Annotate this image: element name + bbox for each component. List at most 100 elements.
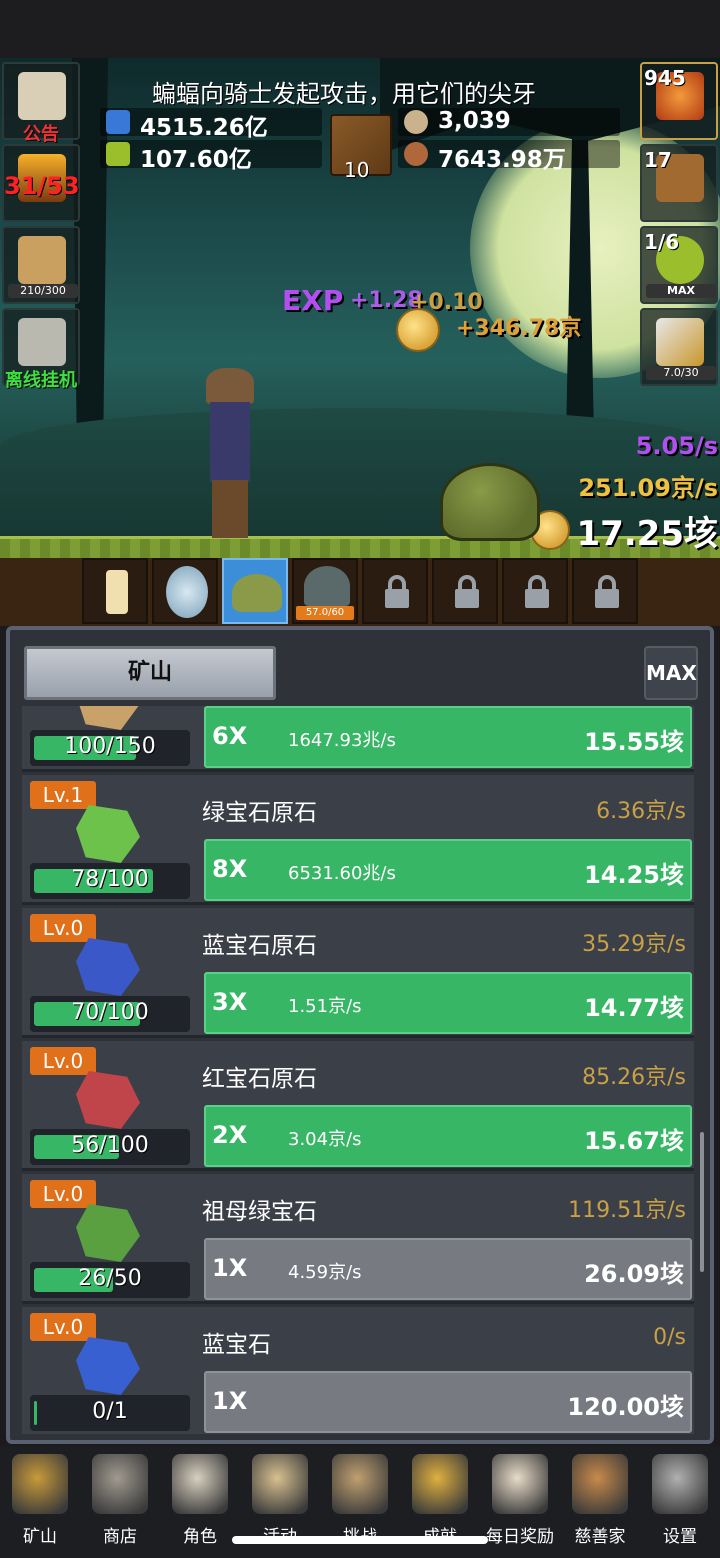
nav-item-gear[interactable]: 设置	[640, 1452, 720, 1552]
monster-slot-slime[interactable]	[222, 558, 288, 624]
upgrade-button[interactable]: 1X 4.59京/s 26.09垓	[204, 1238, 692, 1300]
button-label: 1/6	[644, 230, 680, 254]
mine-row: Lv.0 70/100 蓝宝石原石 35.29京/s 3X 1.51京/s 14.77垓	[22, 908, 694, 1038]
letter-icon	[492, 1454, 548, 1514]
status-bar	[0, 0, 720, 58]
slime-button[interactable]: 1/6 MAX	[640, 226, 718, 304]
mine-row: Lv.0 0/1 蓝宝石 0/s 1X 120.00垓	[22, 1307, 694, 1434]
nav-label: 商店	[103, 1527, 137, 1547]
mine-panel: 矿山 MAX 100/150 6X 1647.93兆/s 15.55垓 Lv.1 78/1…	[6, 626, 714, 1444]
hero-character	[200, 368, 260, 538]
upgrade-cost: 15.55垓	[584, 728, 684, 756]
upgrade-button[interactable]: 2X 3.04京/s 15.67垓	[204, 1105, 692, 1167]
progress-text: 100/150	[64, 734, 156, 759]
per-second: 3.04京/s	[288, 1129, 362, 1150]
nav-item-letter[interactable]: 每日奖励	[480, 1452, 560, 1552]
button-label: 945	[644, 66, 686, 90]
monster-slot-egg[interactable]	[152, 558, 218, 624]
gold-rate: 251.09京/s	[578, 474, 718, 502]
progress-bar: 70/100	[30, 996, 190, 1032]
monster-slot-locked[interactable]	[432, 558, 498, 624]
lock-icon	[525, 575, 549, 608]
book-count: 10	[344, 158, 370, 182]
per-second: 6531.60兆/s	[288, 863, 396, 884]
beer-icon	[18, 236, 66, 284]
button-label: 离线挂机	[5, 370, 77, 391]
monster-slot-ghost[interactable]: 57.0/60	[292, 558, 358, 624]
egg-icon	[166, 566, 208, 618]
max-button[interactable]: MAX	[644, 646, 698, 700]
upgrade-button[interactable]: 8X 6531.60兆/s 14.25垓	[204, 839, 692, 901]
beer-button[interactable]: 210/300	[2, 226, 80, 304]
upgrade-button[interactable]: 1X 120.00垓	[204, 1371, 692, 1433]
scroll-icon	[18, 72, 66, 120]
chest-button[interactable]: 17	[640, 144, 718, 222]
multiplier: 1X	[212, 1387, 248, 1415]
panel-header: 矿山 MAX	[20, 640, 700, 702]
upgrade-button[interactable]: 3X 1.51京/s 14.77垓	[204, 972, 692, 1034]
mine-list[interactable]: 100/150 6X 1647.93兆/s 15.55垓 Lv.1 78/100 绿宝石原石…	[22, 706, 694, 1434]
nav-label: 每日奖励	[486, 1527, 554, 1547]
monster-slot-candle[interactable]	[82, 558, 148, 624]
gem-icon	[62, 799, 150, 871]
nav-label: 慈善家	[574, 1527, 626, 1547]
beer-progress: 210/300	[8, 284, 78, 298]
multiplier: 6X	[212, 722, 248, 750]
nav-item-bread[interactable]: 慈善家	[560, 1452, 640, 1552]
key-icon	[18, 318, 66, 366]
scrollbar-thumb[interactable]	[700, 1132, 704, 1272]
resource-blue-potion: 4515.26亿	[100, 108, 322, 141]
nav-label: 角色	[183, 1527, 217, 1547]
scrollbar[interactable]	[700, 712, 706, 1432]
progress-text: 70/100	[71, 1000, 149, 1025]
per-second: 1.51京/s	[288, 996, 362, 1017]
upgrade-cost: 15.67垓	[584, 1127, 684, 1155]
torch-button[interactable]: 31/53	[2, 144, 80, 222]
nav-item-shop[interactable]: 商店	[80, 1452, 160, 1552]
monster-slot-locked[interactable]	[502, 558, 568, 624]
progress-text: 26/50	[78, 1266, 142, 1291]
gem-icon	[62, 1198, 150, 1270]
upgrade-cost: 120.00垓	[567, 1393, 684, 1421]
exp-label: EXP	[282, 284, 344, 317]
lock-icon	[595, 575, 619, 608]
top-panel: 蝙蝠向骑士发起攻击，用它们的尖牙 4515.26亿 107.60亿 10 3,0…	[92, 72, 632, 182]
ghost-icon	[304, 566, 350, 606]
potion-button[interactable]: 945	[640, 62, 718, 140]
resource-value: 3,039	[438, 108, 511, 134]
coin-icon	[396, 308, 440, 352]
nav-item-lantern[interactable]: 矿山	[0, 1452, 80, 1552]
resource-meat: 7643.98万	[398, 140, 620, 173]
battle-scene: 蝙蝠向骑士发起攻击，用它们的尖牙 4515.26亿 107.60亿 10 3,0…	[0, 58, 720, 558]
progress-bar: 26/50	[30, 1262, 190, 1298]
resource-value: 107.60亿	[140, 147, 252, 173]
home-indicator	[232, 1536, 488, 1544]
sword-button[interactable]: 7.0/30	[640, 308, 718, 386]
lantern-icon	[12, 1454, 68, 1514]
slime-enemy[interactable]	[440, 463, 540, 541]
monster-selector: 57.0/60	[0, 558, 720, 626]
multiplier: 2X	[212, 1121, 248, 1149]
upgrade-button[interactable]: 6X 1647.93兆/s 15.55垓	[204, 706, 692, 768]
multiplier: 8X	[212, 855, 248, 883]
progress-text: 0/1	[92, 1399, 128, 1424]
monster-slot-locked[interactable]	[572, 558, 638, 624]
lock-icon	[455, 575, 479, 608]
ore-name: 红宝石原石	[202, 1066, 317, 1092]
ore-rate: 6.36京/s	[596, 799, 686, 824]
monster-slot-locked[interactable]	[362, 558, 428, 624]
progress-bar: 78/100	[30, 863, 190, 899]
tab-mine[interactable]: 矿山	[24, 646, 276, 700]
nav-label: 设置	[663, 1527, 697, 1547]
offline-idle-button[interactable]: 离线挂机	[2, 308, 80, 391]
nav-item-skull[interactable]: 角色	[160, 1452, 240, 1552]
resource-value: 7643.98万	[438, 147, 566, 173]
slime-icon	[232, 574, 282, 612]
max-badge: MAX	[646, 284, 716, 298]
upgrade-cost: 26.09垓	[584, 1260, 684, 1288]
ore-name: 祖母绿宝石	[202, 1199, 317, 1225]
button-label: 17	[644, 148, 672, 172]
announcement-button[interactable]: 公告	[2, 62, 80, 145]
gold-gain: +346.78京	[456, 316, 582, 341]
gear-icon	[652, 1454, 708, 1514]
